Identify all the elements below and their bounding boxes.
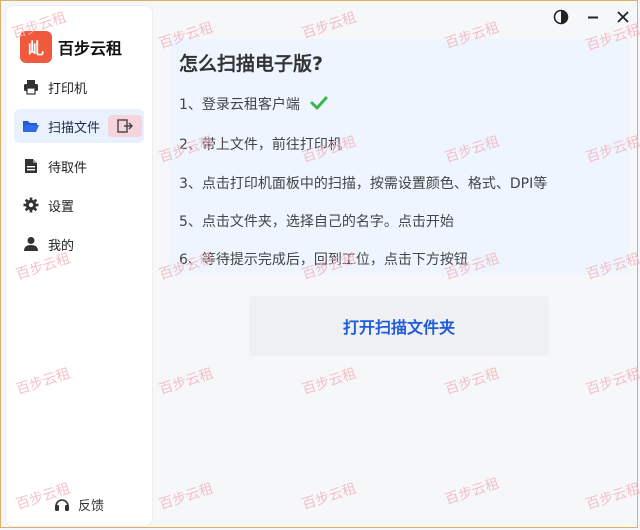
sidebar-item-scan[interactable]: 扫描文件	[14, 109, 144, 143]
watermark: 百步云租	[443, 475, 502, 509]
step-text: 5、点击文件夹，选择自己的名字。点击开始	[179, 214, 454, 230]
app-name: 百步云租	[58, 39, 123, 58]
feedback-label: 反馈	[78, 499, 105, 514]
checkmark-icon	[310, 96, 328, 114]
feedback-button[interactable]: 反馈	[54, 495, 104, 514]
sidebar-item-printer[interactable]: 打印机	[14, 70, 144, 104]
close-icon	[617, 11, 629, 23]
step-item: 1、登录云租客户端	[179, 94, 328, 114]
sidebar-item-label: 扫描文件	[48, 120, 101, 136]
step-item: 3、点击打印机面板中的扫描，按需设置颜色、格式、DPI等	[179, 173, 547, 193]
logo-icon: 乢	[20, 31, 52, 63]
document-icon	[22, 157, 40, 175]
gear-icon	[22, 196, 40, 214]
watermark: 百步云租	[157, 480, 216, 514]
contrast-icon	[553, 9, 569, 25]
watermark: 百步云租	[157, 365, 216, 399]
step-text: 3、点击打印机面板中的扫描，按需设置颜色、格式、DPI等	[179, 176, 548, 192]
minimize-icon	[588, 16, 598, 19]
sidebar-item-label: 待取件	[48, 160, 88, 176]
watermark: 百步云租	[300, 9, 359, 43]
watermark: 百步云租	[584, 480, 640, 514]
minimize-button[interactable]	[582, 7, 604, 27]
logout-button[interactable]	[108, 115, 142, 137]
sidebar-item-me[interactable]: 我的	[14, 227, 144, 261]
step-text: 1、登录云租客户端	[179, 97, 300, 113]
watermark: 百步云租	[300, 480, 359, 514]
watermark: 百步云租	[584, 365, 640, 399]
app-logo: 乢 百步云租	[20, 31, 122, 63]
sidebar-item-label: 设置	[48, 199, 75, 215]
watermark: 百步云租	[300, 365, 359, 399]
app-window: 乢 百步云租 打印机 扫描文件 待取件 设置 我的 反馈 怎么扫描电子版? 1、…	[0, 0, 640, 528]
sidebar: 乢 百步云租 打印机 扫描文件 待取件 设置 我的 反馈	[5, 5, 153, 527]
step-item: 2、带上文件，前往打印机	[179, 134, 342, 154]
step-item: 5、点击文件夹，选择自己的名字。点击开始	[179, 211, 454, 231]
step-text: 2、带上文件，前往打印机	[179, 137, 342, 153]
open-scan-folder-button[interactable]: 打开扫描文件夹	[249, 296, 549, 356]
watermark: 百步云租	[443, 365, 502, 399]
close-button[interactable]	[612, 7, 634, 27]
user-icon	[22, 235, 40, 253]
sidebar-item-pickup[interactable]: 待取件	[14, 149, 144, 183]
folder-open-icon	[22, 117, 40, 135]
instructions-panel: 怎么扫描电子版? 1、登录云租客户端 2、带上文件，前往打印机 3、点击打印机面…	[169, 39, 629, 275]
sidebar-item-settings[interactable]: 设置	[14, 188, 144, 222]
sidebar-item-label: 打印机	[48, 81, 88, 97]
sidebar-item-label: 我的	[48, 238, 75, 254]
headset-icon	[54, 497, 70, 513]
step-text: 6、等待提示完成后，回到工位，点击下方按钮	[179, 252, 468, 268]
theme-toggle-button[interactable]	[550, 7, 572, 27]
page-title: 怎么扫描电子版?	[179, 53, 324, 75]
exit-icon	[117, 119, 133, 133]
step-item: 6、等待提示完成后，回到工位，点击下方按钮	[179, 249, 468, 269]
printer-icon	[22, 78, 40, 96]
